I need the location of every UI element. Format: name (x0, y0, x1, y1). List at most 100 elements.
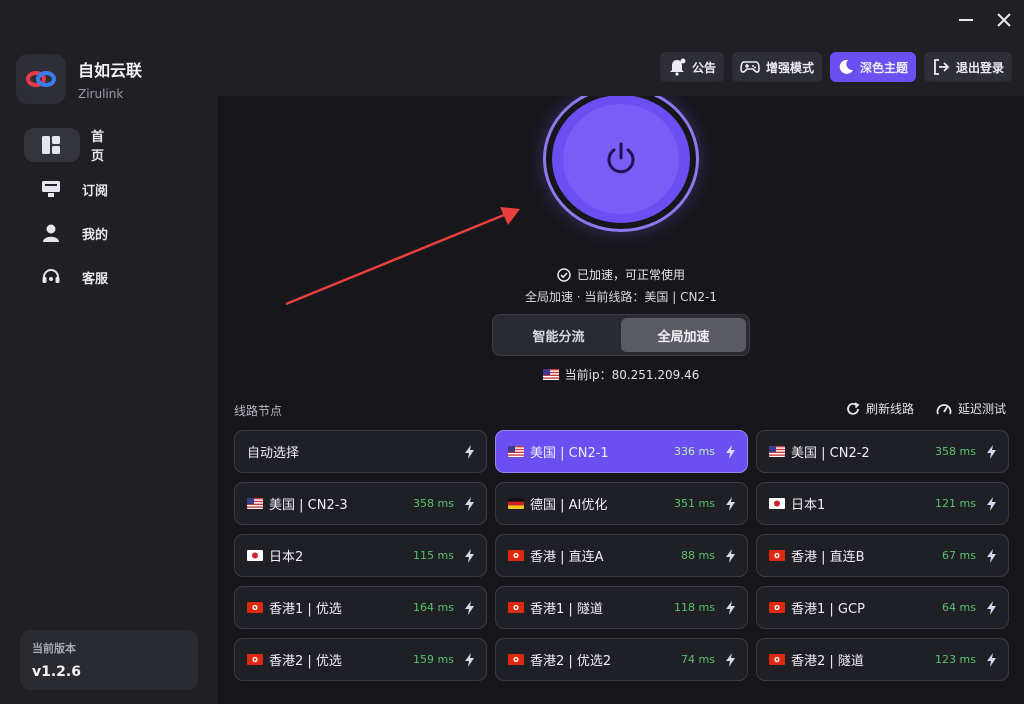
close-icon (997, 13, 1011, 27)
hk-flag-icon (508, 654, 524, 665)
app-window: 自如云联 Zirulink 首页 订阅 我的 客服 当前版本 v1.2.6 公告… (0, 0, 1024, 704)
lightning-icon (986, 548, 996, 563)
hk-flag-icon (508, 550, 524, 561)
gamepad-icon (740, 61, 760, 73)
lightning-icon (725, 548, 735, 563)
node-card[interactable]: 日本2 115 ms (234, 534, 487, 577)
node-card[interactable]: 香港 | 直连B 67 ms (756, 534, 1009, 577)
node-card[interactable]: 自动选择 (234, 430, 487, 473)
minimize-icon (959, 19, 973, 21)
enhanced-mode-label: 增强模式 (765, 60, 814, 75)
node-card[interactable]: 美国 | CN2-1 336 ms (495, 430, 748, 473)
node-name: 香港 | 直连A (530, 550, 604, 565)
lightning-icon (725, 600, 735, 615)
node-card[interactable]: 香港1 | 优选 164 ms (234, 586, 487, 629)
lightning-icon (725, 444, 735, 459)
check-circle-icon (557, 268, 571, 282)
hk-flag-icon (508, 602, 524, 613)
node-card[interactable]: 香港1 | GCP 64 ms (756, 586, 1009, 629)
lightning-icon (464, 444, 474, 459)
node-card[interactable]: 美国 | CN2-3 358 ms (234, 482, 487, 525)
connection-status-text: 已加速，可正常使用 (576, 268, 685, 282)
logout-icon (934, 59, 950, 75)
sidebar-item-home[interactable]: 首页 (24, 128, 104, 164)
node-latency: 88 ms (681, 549, 715, 562)
bell-icon (669, 58, 686, 76)
hk-flag-icon (247, 654, 263, 665)
sidebar-item-label: 首页 (91, 130, 105, 164)
power-icon (607, 142, 635, 174)
window-controls (954, 8, 1016, 32)
node-latency: 118 ms (674, 601, 715, 614)
node-name: 德国 | AI优化 (530, 498, 608, 513)
lightning-icon (725, 652, 735, 667)
node-name: 香港2 | 隧道 (791, 654, 864, 669)
enhanced-mode-button[interactable]: 增强模式 (731, 52, 822, 82)
node-card[interactable]: 香港1 | 隧道 118 ms (495, 586, 748, 629)
close-button[interactable] (992, 8, 1016, 32)
sidebar-item-support[interactable]: 客服 (24, 260, 194, 294)
node-latency: 74 ms (681, 653, 715, 666)
lightning-icon (464, 548, 474, 563)
version-label: 当前版本 (32, 642, 76, 655)
latency-test-button[interactable]: 延迟测试 (936, 400, 1006, 417)
node-card[interactable]: 香港2 | 隧道 123 ms (756, 638, 1009, 681)
headset-icon (40, 266, 62, 288)
node-name: 美国 | CN2-1 (530, 446, 609, 461)
lightning-icon (464, 652, 474, 667)
speedometer-icon (936, 403, 952, 414)
node-card[interactable]: 美国 | CN2-2 358 ms (756, 430, 1009, 473)
node-card[interactable]: 德国 | AI优化 351 ms (495, 482, 748, 525)
node-name: 香港2 | 优选2 (530, 654, 612, 669)
node-name: 香港2 | 优选 (269, 654, 342, 669)
node-latency: 358 ms (935, 445, 976, 458)
jp-flag-icon (247, 550, 263, 561)
logout-button[interactable]: 退出登录 (923, 52, 1012, 82)
mode-switch: 智能分流 全局加速 (492, 314, 750, 356)
announcement-button[interactable]: 公告 (659, 52, 724, 82)
sidebar: 自如云联 Zirulink 首页 订阅 我的 客服 当前版本 v1.2.6 (0, 0, 218, 704)
mode-global[interactable]: 全局加速 (621, 318, 746, 352)
node-latency: 336 ms (674, 445, 715, 458)
sidebar-item-subscription[interactable]: 订阅 (24, 172, 194, 206)
node-card[interactable]: 香港2 | 优选 159 ms (234, 638, 487, 681)
lightning-icon (986, 600, 996, 615)
section-title: 线路节点 (234, 404, 283, 418)
brand-name: 自如云联 (78, 61, 143, 80)
lightning-icon (986, 444, 996, 459)
minimize-button[interactable] (954, 8, 978, 32)
de-flag-icon (508, 498, 524, 509)
mode-smart-split[interactable]: 智能分流 (496, 318, 621, 352)
node-latency: 164 ms (413, 601, 454, 614)
us-flag-icon (769, 446, 785, 457)
main-panel: 已加速，可正常使用 全局加速 · 当前线路：美国 | CN2-1 智能分流 全局… (218, 96, 1024, 704)
node-card[interactable]: 日本1 121 ms (756, 482, 1009, 525)
node-card[interactable]: 香港 | 直连A 88 ms (495, 534, 748, 577)
lightning-icon (464, 600, 474, 615)
connection-status: 已加速，可正常使用 (218, 266, 1024, 283)
node-latency: 123 ms (935, 653, 976, 666)
moon-icon (839, 59, 853, 74)
latency-test-label: 延迟测试 (957, 402, 1006, 416)
version-card: 当前版本 v1.2.6 (20, 630, 198, 690)
node-name: 日本1 (791, 498, 826, 513)
node-latency: 159 ms (413, 653, 454, 666)
current-ip: 当前ip：80.251.209.46 (218, 366, 1024, 383)
node-card[interactable]: 香港2 | 优选2 74 ms (495, 638, 748, 681)
node-name: 香港1 | 优选 (269, 602, 342, 617)
node-latency: 115 ms (413, 549, 454, 562)
power-button[interactable] (563, 104, 679, 214)
dark-theme-label: 深色主题 (859, 60, 908, 75)
hk-flag-icon (769, 602, 785, 613)
sidebar-item-me[interactable]: 我的 (24, 216, 194, 250)
sidebar-item-label: 我的 (82, 227, 109, 243)
dark-theme-button[interactable]: 深色主题 (829, 52, 916, 82)
node-latency: 358 ms (413, 497, 454, 510)
node-name: 香港1 | 隧道 (530, 602, 603, 617)
node-latency: 351 ms (674, 497, 715, 510)
hk-flag-icon (769, 550, 785, 561)
refresh-routes-button[interactable]: 刷新线路 (846, 400, 914, 417)
node-name: 日本2 (269, 550, 304, 565)
node-name: 香港1 | GCP (791, 602, 865, 617)
jp-flag-icon (769, 498, 785, 509)
